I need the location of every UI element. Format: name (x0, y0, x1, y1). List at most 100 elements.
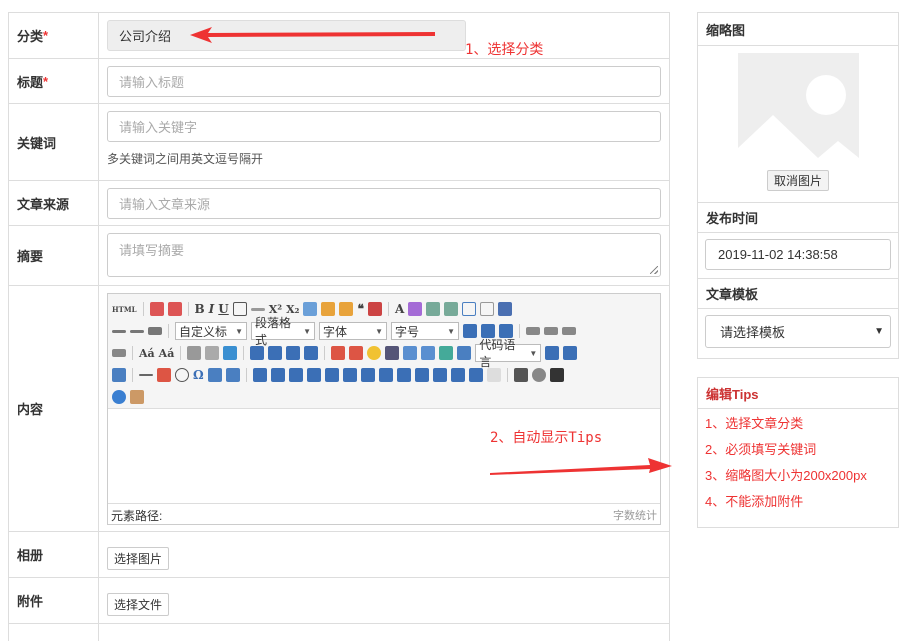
delete-row-icon[interactable] (324, 368, 339, 382)
highlight-icon[interactable] (408, 302, 423, 316)
merge-right-icon[interactable] (396, 368, 411, 382)
article-form: 分类 * 公司介绍 标题 * 请输入标题 关键词 请输入关键字 多关键词之间用英文逗… (8, 12, 670, 641)
font-size-select[interactable]: 字号 ▼ (391, 322, 459, 340)
insert-image-icon[interactable] (331, 346, 346, 360)
delete-col-icon[interactable] (360, 368, 375, 382)
merge-cells-icon[interactable] (378, 368, 393, 382)
paragraph-format-select[interactable]: 段落格式 ▼ (251, 316, 315, 347)
merge-down-icon[interactable] (414, 368, 429, 382)
row-spacing-top-icon[interactable] (112, 329, 126, 333)
tips-title: 编辑Tips (698, 378, 898, 409)
horizontal-rule-icon[interactable] (139, 374, 153, 376)
page-break-icon[interactable] (545, 346, 560, 360)
eraser-icon[interactable] (303, 302, 318, 316)
clear-doc-icon[interactable] (480, 302, 495, 316)
template-icon[interactable] (563, 346, 578, 360)
insert-table-icon[interactable] (252, 368, 267, 382)
gmap-icon[interactable] (457, 346, 472, 360)
line-height-icon[interactable] (148, 327, 162, 335)
attachment-icon[interactable] (421, 346, 436, 360)
rich-text-editor[interactable]: HTML B I U X² X₂ ❝ A 自定义标 ▼ 段落格式 ▼ 字体 ▼ … (107, 293, 661, 525)
title-input[interactable]: 请输入标题 (107, 66, 661, 97)
select-all-icon[interactable] (462, 302, 477, 316)
preview-icon[interactable] (531, 368, 546, 382)
date-icon[interactable] (157, 368, 171, 382)
anchor-icon[interactable] (223, 346, 238, 360)
row-spacing-bottom-icon[interactable] (130, 329, 144, 333)
emoji-icon[interactable] (367, 346, 382, 360)
chart-icon[interactable] (486, 368, 501, 382)
unlink-icon[interactable] (205, 346, 220, 360)
font-color-icon[interactable]: A (395, 302, 404, 316)
align-right-icon[interactable] (562, 327, 576, 335)
background-icon[interactable] (112, 368, 126, 382)
undo-icon[interactable] (149, 302, 164, 316)
custom-title-select[interactable]: 自定义标 ▼ (175, 322, 247, 340)
image-right-icon[interactable] (286, 346, 301, 360)
redo-icon[interactable] (167, 302, 182, 316)
summary-textarea[interactable]: 请填写摘要 (107, 233, 661, 277)
drafts-icon[interactable] (130, 390, 144, 404)
map-icon[interactable] (439, 346, 454, 360)
search-replace-icon[interactable] (207, 368, 222, 382)
image-float-none-icon[interactable] (250, 346, 265, 360)
video-icon[interactable] (385, 346, 400, 360)
align-center-icon[interactable] (544, 327, 558, 335)
bold-icon[interactable]: B (195, 302, 205, 316)
paste-plain-icon[interactable] (367, 302, 382, 316)
align-justify-icon[interactable] (112, 349, 126, 357)
align-left-icon[interactable] (526, 327, 540, 335)
split-rows-icon[interactable] (450, 368, 465, 382)
publish-time-title: 发布时间 (698, 203, 898, 233)
underline-icon[interactable]: U (218, 302, 228, 316)
lowercase-icon[interactable]: Aá (159, 347, 175, 360)
insert-col-icon[interactable] (342, 368, 357, 382)
split-cols-icon[interactable] (468, 368, 483, 382)
uppercase-icon[interactable]: Aá (139, 347, 155, 360)
ltr-icon[interactable] (463, 324, 477, 338)
multi-image-icon[interactable] (349, 346, 364, 360)
attachment-row: 附件 选择文件 (9, 578, 670, 624)
thumbnail-placeholder-icon[interactable] (737, 53, 859, 174)
italic-icon[interactable]: I (209, 302, 215, 316)
link-icon[interactable] (187, 346, 202, 360)
image-left-icon[interactable] (268, 346, 283, 360)
next-row-partial (9, 624, 670, 641)
editor-body[interactable] (108, 409, 660, 501)
font-family-select[interactable]: 字体 ▼ (319, 322, 387, 340)
content-row: 内容 HTML B I U X² X₂ ❝ A 自定义标 ▼ 段落格式 ▼ 字体… (9, 286, 670, 532)
special-chars-icon[interactable]: Ω (193, 368, 204, 382)
auto-format-icon[interactable] (339, 302, 354, 316)
help-icon[interactable] (112, 390, 126, 404)
print-icon[interactable] (513, 368, 528, 382)
cancel-image-button[interactable]: 取消图片 (766, 170, 829, 191)
time-icon[interactable] (175, 368, 189, 382)
annotation-step1: 1、选择分类 (465, 42, 544, 58)
source-input[interactable]: 请输入文章来源 (107, 188, 661, 219)
format-brush-icon[interactable] (321, 302, 336, 316)
publish-time-input[interactable]: 2019-11-02 14:38:58 (705, 239, 891, 270)
unordered-list-icon[interactable] (444, 302, 459, 316)
music-icon[interactable] (403, 346, 418, 360)
keywords-input[interactable]: 请输入关键字 (107, 111, 661, 142)
font-border-icon[interactable] (232, 302, 247, 316)
template-select[interactable]: 请选择模板 ▼ (705, 315, 891, 348)
delete-table-icon[interactable] (270, 368, 285, 382)
quote-icon[interactable]: ❝ (357, 302, 363, 316)
album-label: 相册 (9, 532, 99, 577)
title-label: 标题 * (9, 59, 99, 103)
select-file-button[interactable]: 选择文件 (107, 593, 170, 616)
strikethrough-icon[interactable] (250, 307, 265, 311)
tips-item: 4、不能添加附件 (705, 494, 804, 509)
word-image-icon[interactable] (225, 368, 240, 382)
code-language-select[interactable]: 代码语言 ▼ (475, 338, 542, 369)
find-icon[interactable] (549, 368, 564, 382)
insert-paragraph-icon[interactable] (288, 368, 303, 382)
html-source-button[interactable]: HTML (112, 305, 137, 314)
select-image-button[interactable]: 选择图片 (107, 547, 170, 570)
fullscreen-icon[interactable] (498, 302, 513, 316)
insert-row-icon[interactable] (306, 368, 321, 382)
ordered-list-icon[interactable] (426, 302, 441, 316)
split-cells-icon[interactable] (432, 368, 447, 382)
image-center-icon[interactable] (304, 346, 319, 360)
